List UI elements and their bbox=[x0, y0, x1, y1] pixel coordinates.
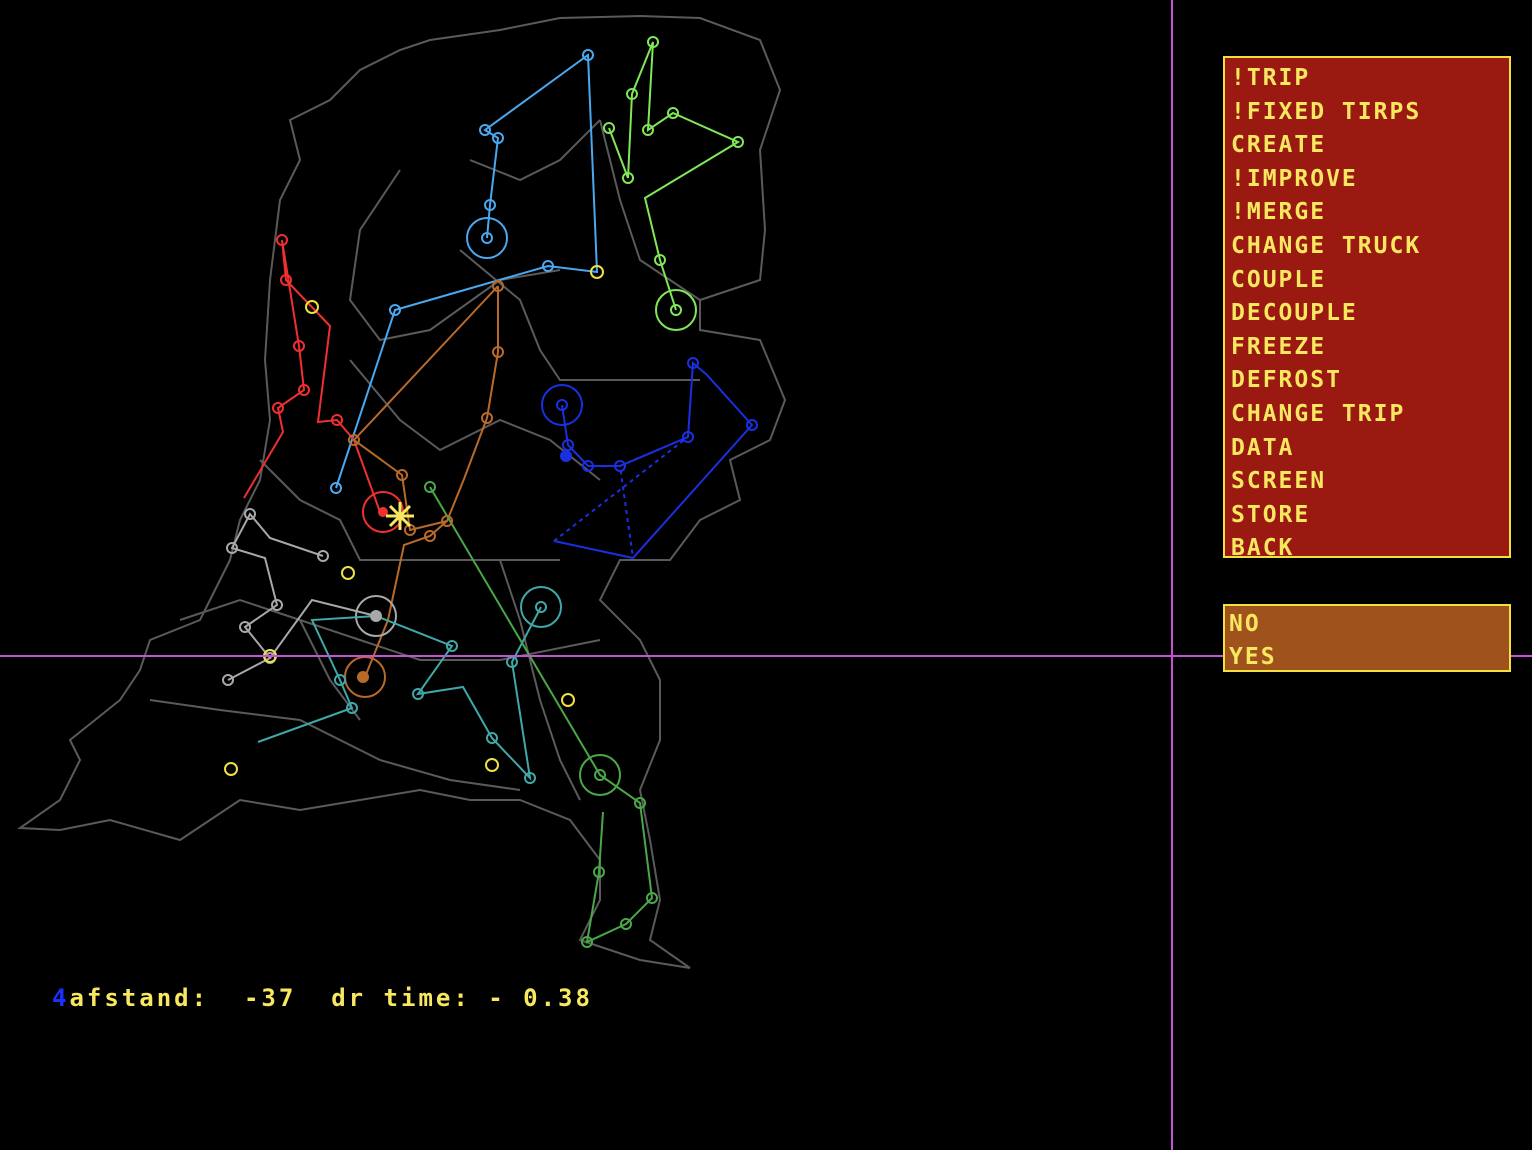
crosshair-vertical bbox=[1171, 0, 1173, 1150]
no-button[interactable]: NO bbox=[1229, 608, 1509, 641]
country-outline bbox=[17, 14, 787, 969]
menu-item-store[interactable]: STORE bbox=[1231, 499, 1509, 533]
menu-item-couple[interactable]: COUPLE bbox=[1231, 264, 1509, 298]
brown-depot-fill bbox=[357, 671, 369, 683]
route-light-green bbox=[608, 41, 741, 311]
province-border bbox=[259, 459, 560, 561]
menu-item-back[interactable]: BACK bbox=[1231, 532, 1509, 566]
province-border bbox=[599, 119, 701, 301]
confirm-dialog: NO YES bbox=[1223, 604, 1511, 672]
unassigned-stop bbox=[224, 762, 238, 776]
route-blue-dotted bbox=[553, 436, 689, 559]
routes bbox=[227, 41, 754, 944]
unassigned-stop bbox=[341, 566, 355, 580]
menu-item-decouple[interactable]: DECOUPLE bbox=[1231, 297, 1509, 331]
route-brown-2 bbox=[364, 520, 448, 678]
route-blue bbox=[553, 360, 754, 560]
menu-item-fixed-tirps[interactable]: !FIXED TIRPS bbox=[1231, 96, 1509, 130]
menu-item-trip[interactable]: !TRIP bbox=[1231, 62, 1509, 96]
menu-item-create[interactable]: CREATE bbox=[1231, 129, 1509, 163]
province-border bbox=[348, 169, 561, 342]
menu-item-change-truck[interactable]: CHANGE TRUCK bbox=[1231, 230, 1509, 264]
menu-item-change-trip[interactable]: CHANGE TRIP bbox=[1231, 398, 1509, 432]
unassigned-stop bbox=[561, 693, 575, 707]
map-borders bbox=[17, 14, 787, 969]
status-line: 4afstand: -37 dr time: - 0.38 bbox=[52, 984, 593, 1012]
province-border bbox=[349, 359, 601, 481]
menu-item-freeze[interactable]: FREEZE bbox=[1231, 331, 1509, 365]
status-text: afstand: -37 dr time: - 0.38 bbox=[69, 984, 593, 1012]
route-red bbox=[243, 239, 381, 513]
menu-item-defrost[interactable]: DEFROST bbox=[1231, 364, 1509, 398]
yes-button[interactable]: YES bbox=[1229, 641, 1509, 674]
trip-number: 4 bbox=[52, 984, 70, 1012]
route-light-blue bbox=[335, 53, 599, 489]
stop-marker bbox=[603, 122, 615, 134]
menu-item-merge[interactable]: !MERGE bbox=[1231, 196, 1509, 230]
selected-stop bbox=[560, 450, 572, 462]
filled-markers bbox=[357, 450, 572, 683]
menu-item-data[interactable]: DATA bbox=[1231, 432, 1509, 466]
menu-item-improve[interactable]: !IMPROVE bbox=[1231, 163, 1509, 197]
route-map[interactable] bbox=[0, 0, 1160, 980]
province-border bbox=[499, 559, 581, 801]
menu-item-screen[interactable]: SCREEN bbox=[1231, 465, 1509, 499]
grey-depot-fill bbox=[370, 610, 382, 622]
cursor-star-icon bbox=[386, 502, 414, 530]
stop-markers[interactable] bbox=[222, 36, 758, 948]
route-teal bbox=[257, 606, 542, 782]
screen: !TRIP !FIXED TIRPS CREATE !IMPROVE !MERG… bbox=[0, 0, 1532, 1150]
command-menu: !TRIP !FIXED TIRPS CREATE !IMPROVE !MERG… bbox=[1223, 56, 1511, 561]
unassigned-stop bbox=[485, 758, 499, 772]
